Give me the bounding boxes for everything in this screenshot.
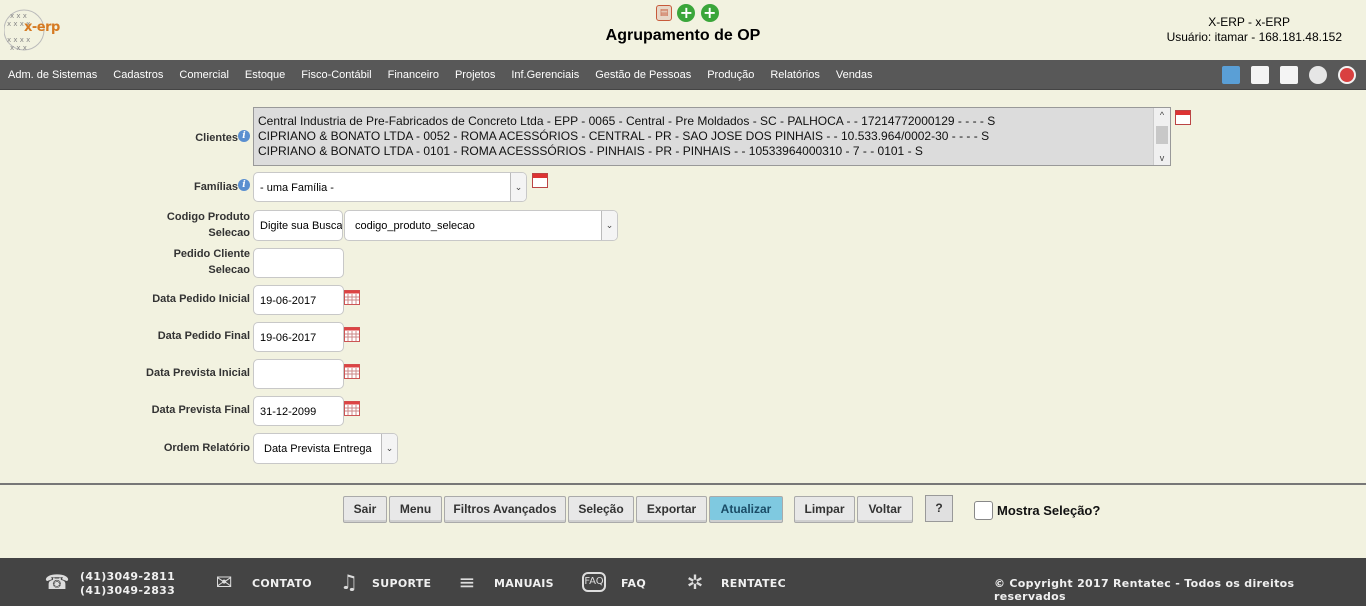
calendar-icon[interactable] bbox=[344, 327, 360, 342]
data-pedido-final-label: Data Pedido Final bbox=[157, 330, 250, 342]
faq-link[interactable]: FAQ bbox=[621, 577, 646, 590]
familias-label: Famílias i bbox=[0, 179, 250, 195]
limpar-button[interactable]: Limpar bbox=[794, 496, 855, 523]
chevron-down-icon[interactable]: v bbox=[1154, 153, 1170, 163]
chevron-up-icon[interactable]: ^ bbox=[1154, 110, 1170, 120]
main-menu-bar: Adm. de Sistemas Cadastros Comercial Est… bbox=[0, 60, 1366, 90]
calendar-icon[interactable] bbox=[344, 290, 360, 305]
faq-icon[interactable]: FAQ bbox=[582, 572, 606, 592]
calendar-icon[interactable] bbox=[344, 364, 360, 379]
data-pedido-final-input[interactable]: 19-06-2017 bbox=[253, 322, 344, 352]
list-item[interactable]: CIPRIANO & BONATO LTDA - 0101 - ROMA ACE… bbox=[254, 144, 1170, 159]
calendar-icon[interactable] bbox=[344, 401, 360, 416]
calendar-icon[interactable] bbox=[532, 173, 548, 188]
toolbar-icons bbox=[1211, 66, 1356, 84]
mostra-selecao-checkbox[interactable] bbox=[974, 501, 993, 520]
data-prevista-final-input[interactable]: 31-12-2099 bbox=[253, 396, 344, 426]
ordem-relatorio-select[interactable]: Data Prevista Entrega ⌄ bbox=[253, 433, 398, 464]
atualizar-button[interactable]: Atualizar bbox=[709, 496, 783, 523]
document-icon[interactable] bbox=[1251, 66, 1269, 84]
scrollbar-thumb[interactable] bbox=[1156, 126, 1168, 144]
info-icon[interactable]: i bbox=[238, 179, 250, 191]
header: x x x x x x x x x x x x x x x-erp ▤ + + … bbox=[0, 0, 1366, 60]
menu-relatorios[interactable]: Relatórios bbox=[762, 69, 828, 81]
menu-adm-sistemas[interactable]: Adm. de Sistemas bbox=[0, 69, 105, 81]
home-icon[interactable] bbox=[1222, 66, 1240, 84]
menu-cadastros[interactable]: Cadastros bbox=[105, 69, 171, 81]
sair-button[interactable]: Sair bbox=[343, 496, 387, 523]
document-icon[interactable]: ▤ bbox=[656, 5, 672, 21]
codigo-produto-select[interactable]: codigo_produto_selecao ⌄ bbox=[344, 210, 618, 241]
data-pedido-inicial-input[interactable]: 19-06-2017 bbox=[253, 285, 344, 315]
mostra-selecao-label: Mostra Seleção? bbox=[997, 503, 1101, 518]
selecao-button[interactable]: Seleção bbox=[568, 496, 634, 523]
page-title: Agrupamento de OP bbox=[605, 27, 761, 44]
filtros-avancados-button[interactable]: Filtros Avançados bbox=[444, 496, 566, 523]
data-prevista-inicial-input[interactable] bbox=[253, 359, 344, 389]
phone-icon: ☎ bbox=[44, 570, 70, 594]
codigo-search-input[interactable]: Digite sua Busca bbox=[253, 210, 343, 241]
books-icon[interactable]: ≡ bbox=[454, 570, 480, 594]
menu-fisco-contabil[interactable]: Fisco-Contábil bbox=[293, 69, 379, 81]
pedido-cliente-label: Pedido Cliente Selecao bbox=[173, 248, 250, 276]
calendar-icon[interactable] bbox=[1175, 110, 1191, 125]
mail-icon[interactable]: ✉ bbox=[211, 570, 237, 594]
menu-financeiro[interactable]: Financeiro bbox=[380, 69, 447, 81]
clientes-multiselect[interactable]: Central Industria de Pre-Fabricados de C… bbox=[253, 107, 1171, 166]
menu-vendas[interactable]: Vendas bbox=[828, 69, 881, 81]
help-button[interactable]: ? bbox=[925, 495, 953, 522]
chevron-down-icon[interactable]: ⌄ bbox=[601, 211, 617, 240]
clientes-label: Clientes i bbox=[0, 130, 250, 146]
settings-icon[interactable] bbox=[1309, 66, 1327, 84]
exportar-button[interactable]: Exportar bbox=[636, 496, 707, 523]
pedido-cliente-input[interactable] bbox=[253, 248, 344, 278]
user-line: Usuário: itamar - 168.181.48.152 bbox=[1166, 30, 1342, 44]
chevron-down-icon[interactable]: ⌄ bbox=[381, 434, 397, 463]
rentatec-logo-icon[interactable]: ✲ bbox=[682, 570, 708, 594]
add-icon[interactable]: + bbox=[677, 4, 696, 22]
ordem-relatorio-label: Ordem Relatório bbox=[163, 442, 250, 454]
suporte-link[interactable]: SUPORTE bbox=[372, 577, 431, 590]
headset-icon[interactable]: ♫ bbox=[336, 570, 362, 594]
menu-estoque[interactable]: Estoque bbox=[237, 69, 293, 81]
logout-icon[interactable] bbox=[1338, 66, 1356, 84]
chevron-down-icon[interactable]: ⌄ bbox=[510, 173, 526, 201]
menu-comercial[interactable]: Comercial bbox=[171, 69, 237, 81]
divider bbox=[0, 483, 1366, 485]
add-new-icon[interactable]: + bbox=[700, 4, 719, 22]
codigo-produto-label: Codigo Produto Selecao bbox=[166, 211, 250, 239]
menu-producao[interactable]: Produção bbox=[699, 69, 762, 81]
rentatec-link[interactable]: RENTATEC bbox=[721, 577, 786, 590]
menu-gestao-pessoas[interactable]: Gestão de Pessoas bbox=[587, 69, 699, 81]
familias-select[interactable]: - uma Família - ⌄ bbox=[253, 172, 527, 202]
footer: ☎ (41)3049-2811 (41)3049-2833 ✉ CONTATO … bbox=[0, 558, 1366, 606]
header-actions: ▤ + + bbox=[654, 4, 719, 24]
svg-text:x x x: x x x bbox=[10, 44, 27, 52]
contato-link[interactable]: CONTATO bbox=[252, 577, 312, 590]
svg-text:x x x: x x x bbox=[10, 12, 27, 20]
user-info: X-ERP - x-ERP Usuário: itamar - 168.181.… bbox=[1167, 15, 1342, 45]
list-item[interactable]: CIPRIANO & BONATO LTDA - 0052 - ROMA ACE… bbox=[254, 129, 1170, 144]
menu-button[interactable]: Menu bbox=[389, 496, 442, 523]
info-icon[interactable]: i bbox=[238, 130, 250, 142]
phone-numbers: (41)3049-2811 (41)3049-2833 bbox=[80, 570, 176, 597]
menu-inf-gerenciais[interactable]: Inf.Gerenciais bbox=[503, 69, 587, 81]
voltar-button[interactable]: Voltar bbox=[857, 496, 913, 523]
scrollbar[interactable]: ^ v bbox=[1153, 108, 1170, 165]
menu-projetos[interactable]: Projetos bbox=[447, 69, 503, 81]
app-name: X-ERP - x-ERP bbox=[1208, 15, 1290, 29]
data-prevista-inicial-label: Data Prevista Inicial bbox=[146, 367, 250, 379]
main-menu: Adm. de Sistemas Cadastros Comercial Est… bbox=[0, 60, 881, 90]
copyright: © Copyright 2017 Rentatec - Todos os dir… bbox=[994, 577, 1295, 603]
report-icon[interactable] bbox=[1280, 66, 1298, 84]
data-pedido-inicial-label: Data Pedido Inicial bbox=[152, 293, 250, 305]
manuais-link[interactable]: MANUAIS bbox=[494, 577, 554, 590]
data-prevista-final-label: Data Prevista Final bbox=[151, 404, 250, 416]
list-item[interactable]: Central Industria de Pre-Fabricados de C… bbox=[254, 114, 1170, 129]
